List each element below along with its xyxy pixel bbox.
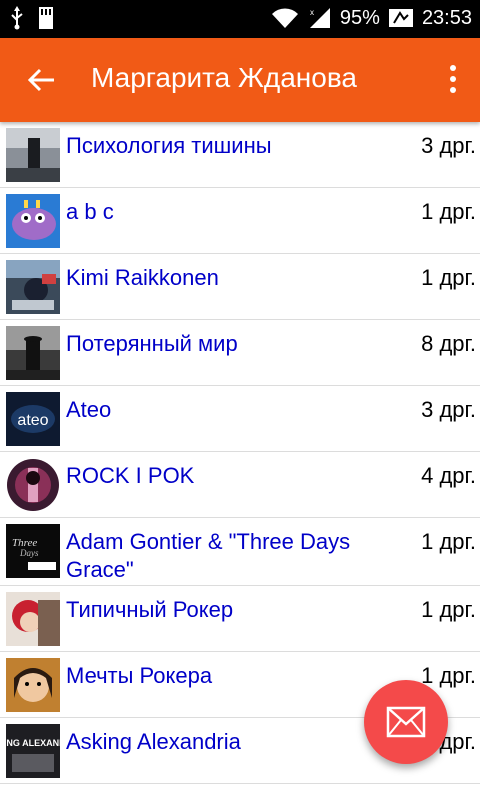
signal-icon: x — [309, 8, 330, 28]
battery-percent: 95% — [339, 6, 380, 29]
thumbnail-text: ASKING ALEXANDRIA — [6, 738, 60, 748]
thumbnail-text: ateo — [17, 412, 48, 429]
clock: 23:53 — [421, 6, 472, 29]
group-thumbnail — [6, 592, 60, 646]
member-count: 1 дрг. — [421, 529, 476, 554]
group-title[interactable]: Adam Gontier & "Three Days Grace" — [66, 528, 386, 584]
group-thumbnail — [6, 128, 60, 182]
member-count: 1 дрг. — [421, 199, 476, 224]
send-message-button[interactable] — [364, 680, 448, 764]
more-vert-icon — [450, 65, 456, 71]
list-item[interactable]: Психология тишины 3 дрг. — [0, 122, 480, 188]
app-bar: Маргарита Жданова — [0, 38, 480, 122]
group-thumbnail — [6, 658, 60, 712]
status-bar: x 95% 23:53 — [0, 0, 480, 38]
group-thumbnail — [6, 458, 60, 512]
svg-text:Days: Days — [19, 548, 39, 558]
back-button[interactable] — [22, 60, 62, 100]
battery-icon — [388, 9, 413, 27]
list-item[interactable]: Three Days Adam Gontier & "Three Days Gr… — [0, 518, 480, 586]
group-title[interactable]: ROCK I POK — [66, 462, 386, 490]
member-count: 8 дрг. — [421, 331, 476, 356]
group-title[interactable]: Kimi Raikkonen — [66, 264, 386, 292]
list-item[interactable]: ateo Ateo 3 дрг. — [0, 386, 480, 452]
group-title[interactable]: Мечты Рокера — [66, 662, 386, 690]
member-count: 3 дрг. — [421, 133, 476, 158]
group-thumbnail — [6, 326, 60, 380]
member-count: 4 дрг. — [421, 463, 476, 488]
wifi-icon — [271, 8, 298, 28]
usb-icon — [11, 6, 23, 30]
group-title[interactable]: Ateo — [66, 396, 386, 424]
member-count: 3 дрг. — [421, 397, 476, 422]
more-menu-button[interactable] — [446, 62, 460, 98]
group-title[interactable]: Asking Alexandria — [66, 728, 386, 756]
group-thumbnail — [6, 260, 60, 314]
envelope-icon — [386, 706, 426, 738]
page-title: Маргарита Жданова — [91, 62, 357, 93]
group-title[interactable]: Типичный Рокер — [66, 596, 386, 624]
svg-text:x: x — [310, 8, 314, 17]
list-item[interactable]: Потерянный мир 8 дрг. — [0, 320, 480, 386]
member-count: 1 дрг. — [421, 265, 476, 290]
sd-card-icon — [39, 7, 53, 29]
group-thumbnail: ASKING ALEXANDRIA — [6, 724, 60, 778]
group-title[interactable]: Психология тишины — [66, 132, 386, 160]
group-thumbnail: ateo — [6, 392, 60, 446]
list-item[interactable]: Типичный Рокер 1 дрг. — [0, 586, 480, 652]
group-thumbnail: Three Days — [6, 524, 60, 578]
group-title[interactable]: Потерянный мир — [66, 330, 386, 358]
member-count: 1 дрг. — [421, 597, 476, 622]
arrow-left-icon — [27, 68, 54, 92]
group-title[interactable]: a b c — [66, 198, 386, 226]
list-item[interactable]: ROCK I POK 4 дрг. — [0, 452, 480, 518]
member-count: 1 дрг. — [421, 663, 476, 688]
list-item[interactable]: a b c 1 дрг. — [0, 188, 480, 254]
list-item[interactable]: Kimi Raikkonen 1 дрг. — [0, 254, 480, 320]
group-thumbnail — [6, 194, 60, 248]
